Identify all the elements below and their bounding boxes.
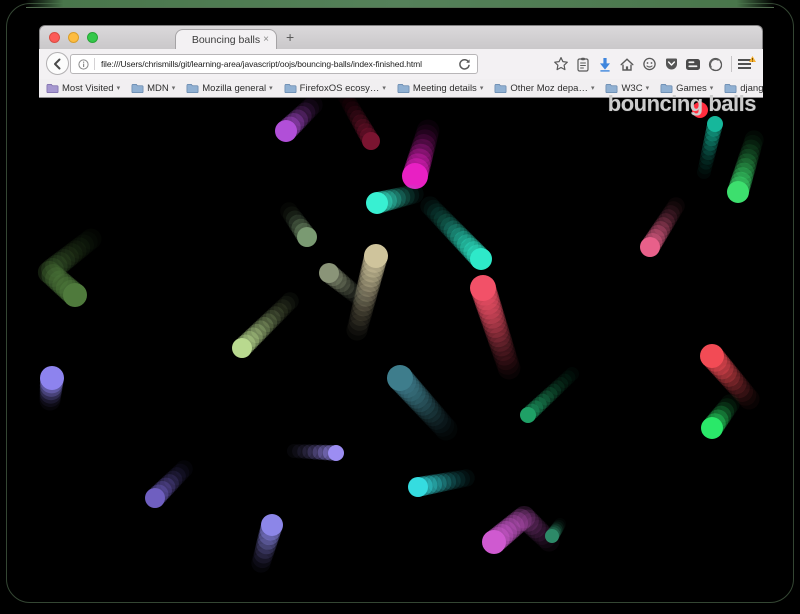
- download-icon: [598, 57, 612, 72]
- screen-top-glow: [26, 0, 774, 7]
- chevron-down-icon: ▾: [269, 84, 273, 92]
- bookmark-label: MDN: [147, 83, 169, 94]
- reader-list-button[interactable]: [572, 49, 594, 79]
- pocket-icon: [664, 57, 679, 72]
- bookmark-star-icon: [553, 56, 569, 72]
- new-tab-button[interactable]: +: [286, 29, 294, 45]
- home-icon: [619, 57, 635, 72]
- window-controls: [49, 32, 98, 43]
- menu-button[interactable]: [734, 49, 758, 79]
- chevron-down-icon: ▾: [382, 84, 386, 92]
- toolbar-buttons: [550, 49, 726, 79]
- video-badge-button[interactable]: [682, 49, 704, 79]
- chevron-down-icon: ▾: [117, 84, 121, 92]
- hello-smiley-icon: [642, 57, 657, 72]
- tab-title: Bouncing balls: [192, 34, 260, 46]
- chevron-down-icon: ▾: [172, 84, 176, 92]
- downloads-button[interactable]: [594, 49, 616, 79]
- bookmark-folder[interactable]: Mozilla general ▾: [186, 83, 272, 94]
- url-divider: [94, 58, 95, 70]
- back-icon: [52, 58, 64, 70]
- menu-hamburger-icon: [736, 55, 756, 73]
- bookmark-folder[interactable]: Most Visited ▾: [46, 83, 120, 94]
- chevron-down-icon: ▾: [480, 84, 484, 92]
- bookmark-folder[interactable]: FirefoxOS ecosy… ▾: [284, 83, 386, 94]
- bookmark-label: Meeting details: [413, 83, 477, 94]
- bookmark-label: FirefoxOS ecosy…: [300, 83, 380, 94]
- minimize-window-button[interactable]: [68, 32, 79, 43]
- page-info-icon[interactable]: [78, 59, 89, 70]
- chevron-down-icon: ▾: [591, 84, 595, 92]
- url-bar[interactable]: file:///Users/chrismills/git/learning-ar…: [70, 54, 478, 74]
- reader-clipboard-icon: [576, 57, 590, 72]
- page-content: bouncing balls: [39, 98, 763, 602]
- folder-icon: [186, 83, 199, 94]
- services-button[interactable]: [704, 49, 726, 79]
- reload-button[interactable]: [458, 58, 471, 71]
- reload-icon: [458, 58, 471, 71]
- browser-window: Bouncing balls × + file:///Users/chrismi…: [39, 25, 763, 601]
- folder-icon: [46, 83, 59, 94]
- bookmark-label: Mozilla general: [202, 83, 266, 94]
- back-button[interactable]: [46, 52, 69, 75]
- folder-icon: [284, 83, 297, 94]
- page-title: bouncing balls: [608, 94, 756, 114]
- tab-bouncing-balls[interactable]: Bouncing balls ×: [175, 29, 277, 50]
- video-badge-icon: [685, 58, 701, 71]
- home-button[interactable]: [616, 49, 638, 79]
- tab-bar: Bouncing balls × +: [39, 25, 763, 49]
- services-swirl-icon: [708, 57, 723, 72]
- url-text[interactable]: file:///Users/chrismills/git/learning-ar…: [101, 59, 454, 69]
- zoom-window-button[interactable]: [87, 32, 98, 43]
- pocket-button[interactable]: [660, 49, 682, 79]
- folder-icon: [131, 83, 144, 94]
- bookmark-folder[interactable]: Meeting details ▾: [397, 83, 483, 94]
- close-window-button[interactable]: [49, 32, 60, 43]
- bookmark-folder[interactable]: Other Moz depa… ▾: [494, 83, 594, 94]
- navigation-toolbar: file:///Users/chrismills/git/learning-ar…: [39, 49, 763, 79]
- bookmark-folder[interactable]: MDN ▾: [131, 83, 175, 94]
- folder-icon: [397, 83, 410, 94]
- screen: Bouncing balls × + file:///Users/chrismi…: [0, 0, 800, 614]
- hello-button[interactable]: [638, 49, 660, 79]
- bookmark-label: Most Visited: [62, 83, 114, 94]
- toolbar-separator: [731, 56, 732, 72]
- tab-close-icon[interactable]: ×: [263, 33, 269, 46]
- folder-icon: [494, 83, 507, 94]
- bookmark-label: Other Moz depa…: [510, 83, 588, 94]
- bookmark-star-button[interactable]: [550, 49, 572, 79]
